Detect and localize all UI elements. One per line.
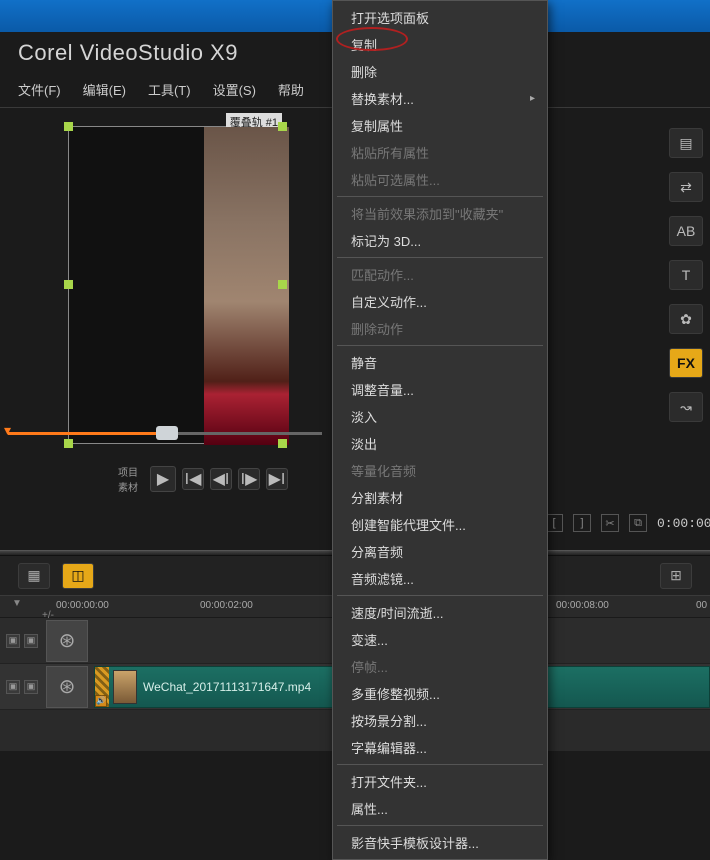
- logo-brand: Corel: [18, 40, 80, 65]
- overlay-track-icon: ⊛: [46, 666, 88, 708]
- step-fwd-button[interactable]: I▶: [238, 468, 260, 490]
- play-button[interactable]: ▶: [150, 466, 176, 492]
- cm-open-folder[interactable]: 打开文件夹...: [333, 768, 547, 795]
- player-mode-labels[interactable]: 项目 素材: [118, 464, 138, 494]
- cm-copy-attr[interactable]: 复制属性: [333, 112, 547, 139]
- cm-mute[interactable]: 静音: [333, 349, 547, 376]
- cm-create-proxy[interactable]: 创建智能代理文件...: [333, 511, 547, 538]
- player-controls: ▶ I◀ ◀I I▶ ▶I: [150, 460, 288, 498]
- video-track-icon: ⊛: [46, 620, 88, 662]
- timecode-toolbar: [ ] ✂ ⧉ 0:00:00:00 ▲▼: [545, 514, 710, 532]
- media-tool-icon[interactable]: ▤: [669, 128, 703, 158]
- storyboard-view-button[interactable]: ▦: [18, 563, 50, 589]
- title-t-tool-icon[interactable]: T: [669, 260, 703, 290]
- resize-handle-mr[interactable]: [278, 280, 287, 289]
- cm-template-designer[interactable]: 影音快手模板设计器...: [333, 829, 547, 856]
- track-lock-toggle[interactable]: ▣: [24, 680, 38, 694]
- clip-filename: WeChat_20171113171647.mp4: [143, 680, 311, 694]
- mode-clip[interactable]: 素材: [118, 479, 138, 494]
- title-ab-tool-icon[interactable]: AB: [669, 216, 703, 246]
- cm-custom-motion[interactable]: 自定义动作...: [333, 288, 547, 315]
- cm-freeze-frame: 停帧...: [333, 653, 547, 680]
- path-tool-icon[interactable]: ↝: [669, 392, 703, 422]
- clip-audio-icon: 🔊: [95, 695, 107, 707]
- cm-delete-motion: 删除动作: [333, 315, 547, 342]
- mark-out-button[interactable]: ]: [573, 514, 591, 532]
- timeline-view-button[interactable]: ◫: [62, 563, 94, 589]
- cm-separator: [337, 345, 543, 346]
- cm-replace-clip[interactable]: 替换素材...: [333, 85, 547, 112]
- ruler-tick: 00:00:08:00: [556, 600, 609, 611]
- library-toolbar: ▤ ⇄ AB T ✿ FX ↝: [666, 128, 706, 422]
- track-vis-toggle[interactable]: ▣: [6, 634, 20, 648]
- graphic-tool-icon[interactable]: ✿: [669, 304, 703, 334]
- ruler-tick: 00: [696, 600, 707, 611]
- cm-separator: [337, 196, 543, 197]
- go-end-button[interactable]: ▶I: [266, 468, 288, 490]
- view-options-button[interactable]: ⊞: [660, 563, 692, 589]
- cm-split-scene[interactable]: 按场景分割...: [333, 707, 547, 734]
- preview-scrubber[interactable]: ▾: [0, 424, 330, 442]
- cm-mark-3d[interactable]: 标记为 3D...: [333, 227, 547, 254]
- menu-file[interactable]: 文件(F): [18, 80, 61, 99]
- ruler-tick: 00:00:00:00: [56, 600, 109, 611]
- preview-frame[interactable]: 覆叠轨 #1: [68, 126, 283, 444]
- cm-separator: [337, 825, 543, 826]
- track-toggle-group: ▣ ▣: [0, 680, 40, 694]
- cm-separator: [337, 764, 543, 765]
- menu-edit[interactable]: 编辑(E): [83, 80, 126, 99]
- step-back-button[interactable]: ◀I: [210, 468, 232, 490]
- cm-properties[interactable]: 属性...: [333, 795, 547, 822]
- cm-paste-sel-attr: 粘贴可选属性...: [333, 166, 547, 193]
- cm-fade-in[interactable]: 淡入: [333, 403, 547, 430]
- cm-speed-lapse[interactable]: 速度/时间流逝...: [333, 599, 547, 626]
- copy-tc-button[interactable]: ⧉: [629, 514, 647, 532]
- track-toggle-group: ▣ ▣: [0, 634, 40, 648]
- resize-handle-tr[interactable]: [278, 122, 287, 131]
- mode-project[interactable]: 项目: [118, 464, 138, 479]
- resize-handle-tl[interactable]: [64, 122, 73, 131]
- ruler-tick: 00:00:02:00: [200, 600, 253, 611]
- cm-copy[interactable]: 复制: [333, 31, 547, 58]
- clip-thumbnail: [113, 670, 137, 704]
- cm-split-clip[interactable]: 分割素材: [333, 484, 547, 511]
- track-vis-toggle[interactable]: ▣: [6, 680, 20, 694]
- cm-separate-audio[interactable]: 分离音频: [333, 538, 547, 565]
- menu-help[interactable]: 帮助: [278, 80, 304, 99]
- cm-delete[interactable]: 删除: [333, 58, 547, 85]
- cm-fade-out[interactable]: 淡出: [333, 430, 547, 457]
- scrub-thumb[interactable]: [156, 426, 178, 440]
- cm-audio-filter[interactable]: 音频滤镜...: [333, 565, 547, 592]
- preview-pane: 覆叠轨 #1 ▾ 项目 素材 ▶ I◀ ◀I I▶ ▶I: [0, 108, 320, 498]
- cut-button[interactable]: ✂: [601, 514, 619, 532]
- cm-multi-trim[interactable]: 多重修整视频...: [333, 680, 547, 707]
- timecode-display[interactable]: 0:00:00:00: [657, 516, 710, 531]
- cm-paste-all-attr: 粘贴所有属性: [333, 139, 547, 166]
- logo-product: VideoStudio: [80, 40, 204, 65]
- track-lock-toggle[interactable]: ▣: [24, 634, 38, 648]
- cm-open-options[interactable]: 打开选项面板: [333, 4, 547, 31]
- resize-handle-ml[interactable]: [64, 280, 73, 289]
- scrub-progress: [8, 432, 168, 435]
- cm-separator: [337, 595, 543, 596]
- logo-version: X9: [203, 40, 238, 65]
- cm-normalize-audio: 等量化音频: [333, 457, 547, 484]
- fx-tool-icon[interactable]: FX: [669, 348, 703, 378]
- cm-variable-speed[interactable]: 变速...: [333, 626, 547, 653]
- cm-match-motion: 匹配动作...: [333, 261, 547, 288]
- transition-tool-icon[interactable]: ⇄: [669, 172, 703, 202]
- clip-context-menu: 打开选项面板 复制 删除 替换素材... 复制属性 粘贴所有属性 粘贴可选属性.…: [332, 0, 548, 860]
- menu-settings[interactable]: 设置(S): [213, 80, 256, 99]
- menu-tool[interactable]: 工具(T): [148, 80, 191, 99]
- cm-separator: [337, 257, 543, 258]
- go-start-button[interactable]: I◀: [182, 468, 204, 490]
- cm-add-favorite: 将当前效果添加到"收藏夹": [333, 200, 547, 227]
- preview-video-content: [204, 127, 289, 445]
- cm-adjust-volume[interactable]: 调整音量...: [333, 376, 547, 403]
- cm-subtitle-editor[interactable]: 字幕编辑器...: [333, 734, 547, 761]
- scrub-in-marker[interactable]: ▾: [4, 422, 11, 439]
